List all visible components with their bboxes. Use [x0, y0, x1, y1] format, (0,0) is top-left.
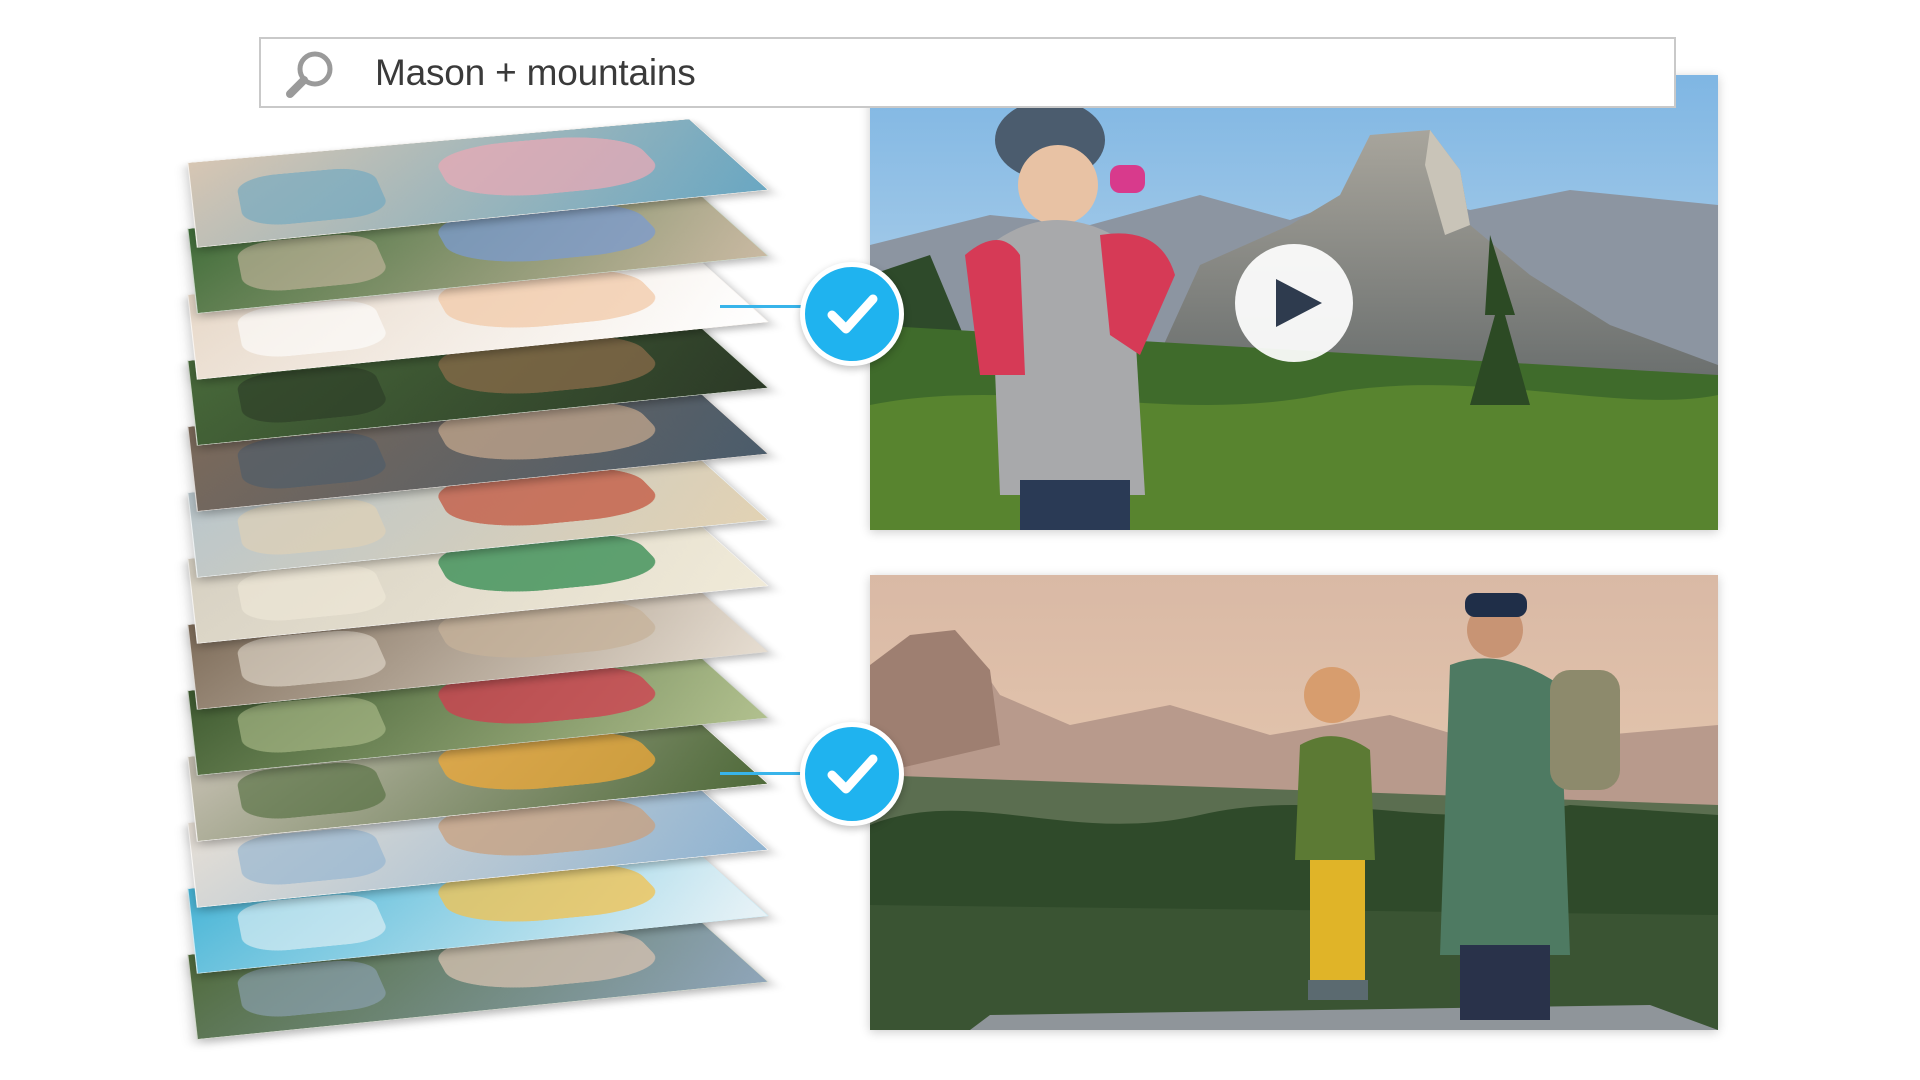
search-query[interactable]: Mason + mountains: [375, 52, 696, 94]
photo-stack: [187, 100, 769, 1060]
play-icon: [1276, 279, 1322, 327]
checkmark-icon: [800, 262, 904, 366]
search-bar[interactable]: Mason + mountains: [259, 37, 1676, 108]
match-photo-thumbnail[interactable]: [870, 575, 1718, 1030]
search-icon: [281, 46, 341, 102]
play-button[interactable]: [1235, 244, 1353, 362]
checkmark-icon: [800, 722, 904, 826]
